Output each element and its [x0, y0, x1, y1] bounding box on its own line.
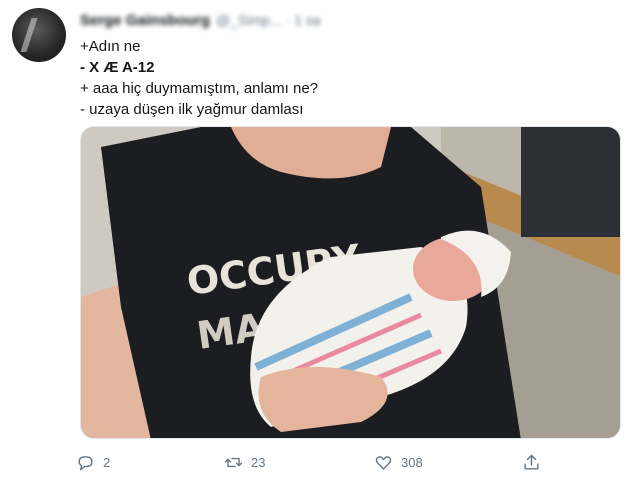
author-name[interactable]: Serge Gainsbourg: [80, 12, 210, 29]
avatar[interactable]: [12, 8, 66, 62]
reply-icon: [78, 455, 93, 470]
tweet-text: +Adın ne - X Æ A-12 + aaa hiç duymamıştı…: [80, 36, 318, 120]
tweet-photo[interactable]: OCCUPY MARS: [80, 126, 621, 439]
tweet-line: - X Æ A-12: [80, 59, 155, 76]
retweet-button[interactable]: 23: [224, 450, 265, 474]
heart-icon: [375, 455, 392, 470]
reply-button[interactable]: 2: [76, 450, 110, 474]
tweet-line: +Adın ne: [80, 38, 141, 55]
reply-count: 2: [103, 454, 111, 470]
like-count: 308: [401, 454, 423, 470]
share-button[interactable]: [522, 450, 541, 474]
tweet-line: - uzaya düşen ilk yağmur damlası: [80, 101, 304, 118]
share-icon: [524, 454, 539, 470]
tweet-line: + aaa hiç duymamıştım, anlamı ne?: [80, 80, 319, 97]
retweet-icon: [224, 457, 243, 467]
tweet: Serge Gainsbourg @_Simp... · 1 sa +Adın …: [0, 0, 640, 480]
retweet-count: 23: [251, 454, 266, 470]
like-button[interactable]: 308: [374, 450, 423, 474]
tweet-header: Serge Gainsbourg @_Simp... · 1 sa: [80, 10, 321, 30]
tweet-actions: 2 23 308: [76, 450, 546, 474]
avatar-image: [20, 18, 58, 52]
author-handle[interactable]: @_Simp... · 1 sa: [216, 12, 320, 28]
